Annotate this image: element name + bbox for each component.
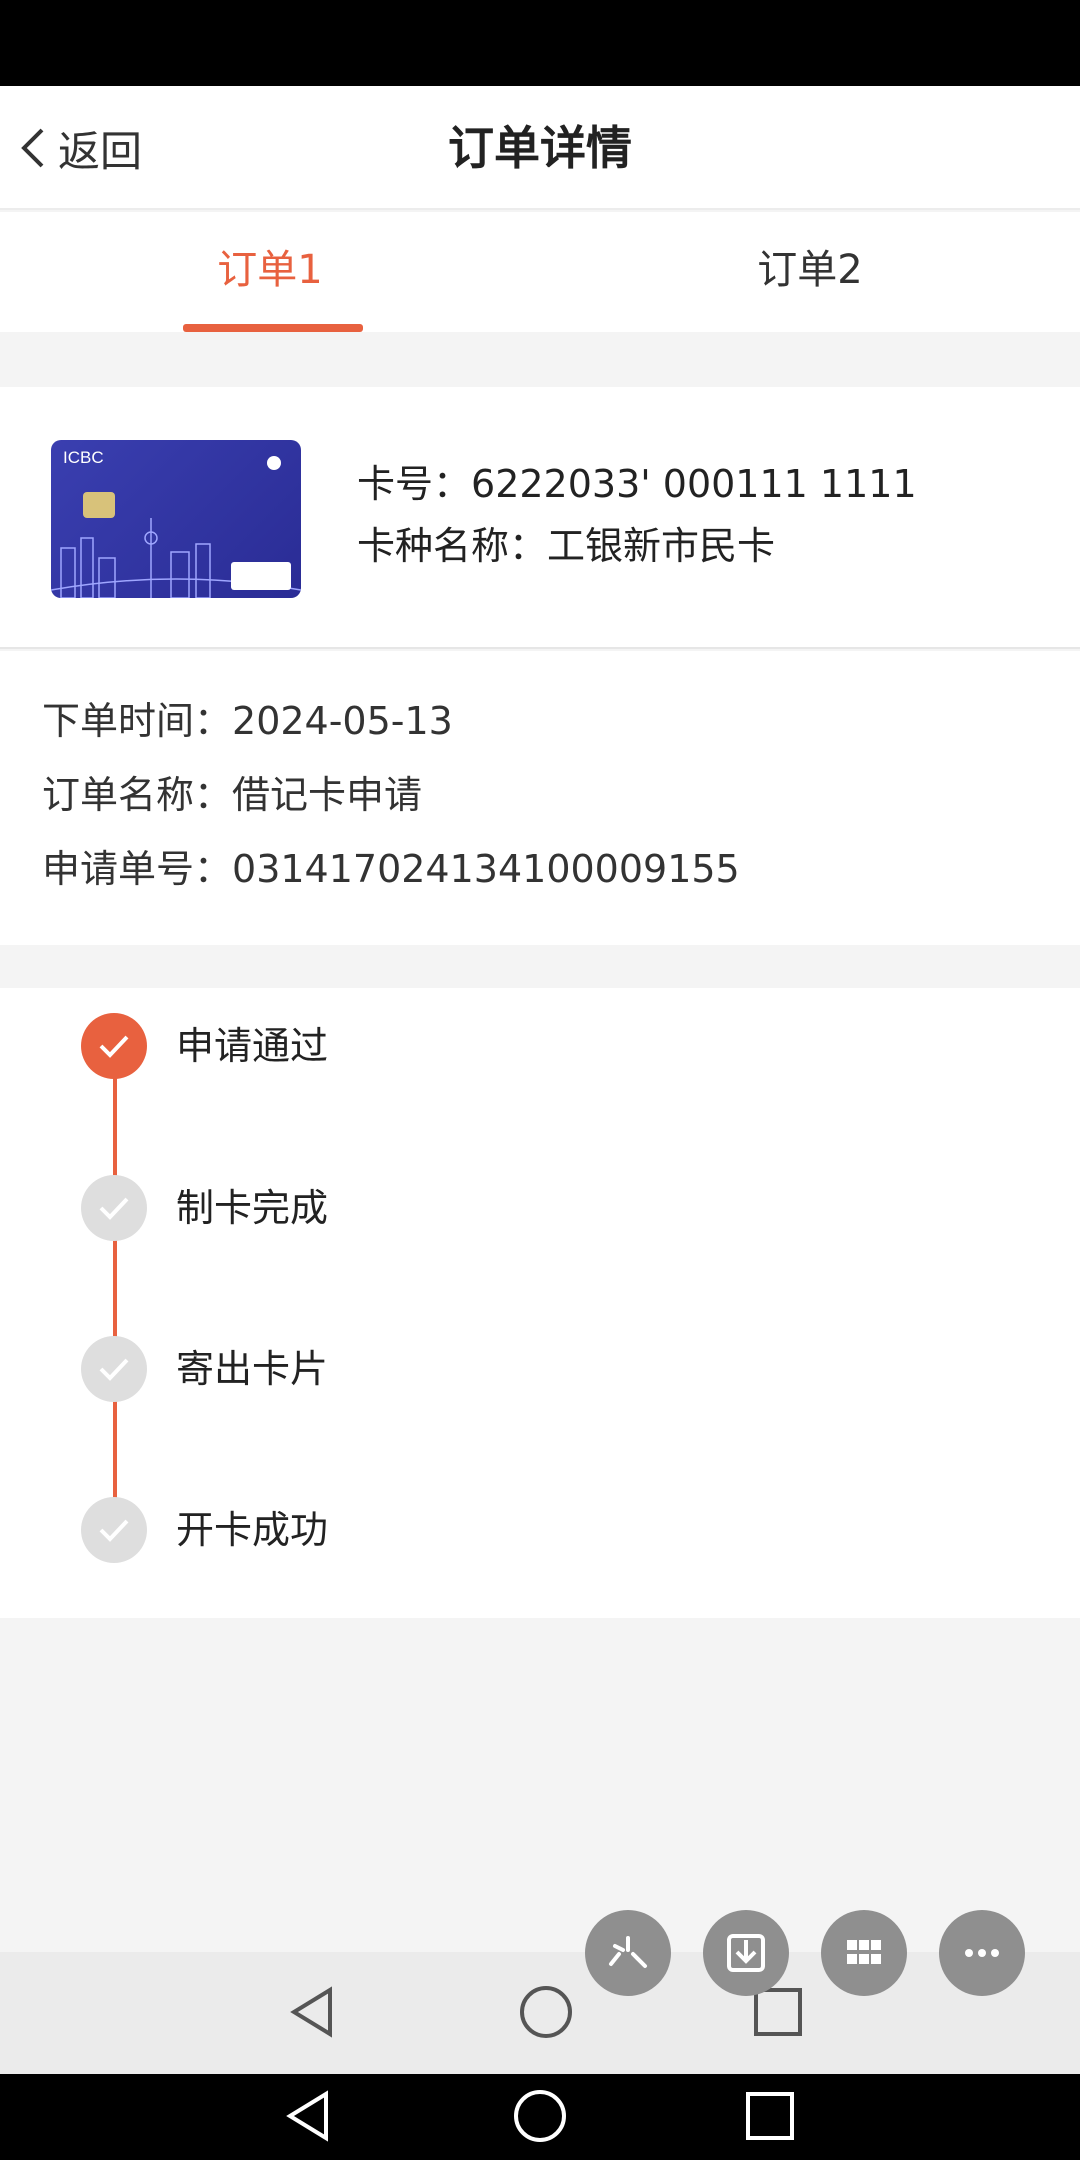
step-3-label: 寄出卡片 bbox=[176, 1347, 329, 1391]
grid-fab-button[interactable] bbox=[821, 1910, 907, 1996]
card-brand-text: ICBC bbox=[63, 448, 104, 467]
order-name-value: 借记卡申请 bbox=[232, 773, 423, 817]
header: 返回 订单详情 bbox=[0, 86, 1080, 210]
tab-order-1[interactable]: 订单1 bbox=[0, 212, 540, 332]
status-bar bbox=[0, 0, 1080, 86]
active-tab-indicator bbox=[183, 324, 363, 332]
system-back-icon[interactable] bbox=[278, 2086, 338, 2146]
order-time-label: 下单时间： bbox=[42, 699, 233, 743]
card-type-label: 卡种名称： bbox=[357, 524, 548, 568]
step-4-label: 开卡成功 bbox=[176, 1508, 329, 1552]
card-moon-graphic bbox=[267, 456, 281, 470]
inner-navigation-bar bbox=[0, 1952, 1080, 2074]
application-no-label: 申请单号： bbox=[42, 847, 233, 891]
sparkle-fab-button[interactable] bbox=[585, 1910, 671, 1996]
download-fab-button[interactable] bbox=[703, 1910, 789, 1996]
download-icon bbox=[727, 1934, 765, 1972]
order-time-row: 下单时间：2024-05-13 bbox=[42, 691, 453, 751]
back-triangle-icon[interactable] bbox=[282, 1982, 342, 2042]
application-no-value: 031417024134100009155 bbox=[232, 847, 740, 891]
progress-line bbox=[113, 1046, 117, 1526]
order-details: 下单时间：2024-05-13 订单名称：借记卡申请 申请单号：03141702… bbox=[0, 651, 1080, 945]
home-circle-icon[interactable] bbox=[516, 1982, 576, 2042]
card-type-row: 卡种名称：工银新市民卡 bbox=[357, 515, 917, 577]
step-2-label: 制卡完成 bbox=[176, 1186, 329, 1230]
card-number-label: 卡号： bbox=[357, 462, 472, 506]
sparkle-icon bbox=[609, 1936, 647, 1968]
order-tabs: 订单1 订单2 bbox=[0, 212, 1080, 332]
card-section: ICBC 卡号：6222033' 000111 1111 卡种名称：工银新市民卡 bbox=[0, 387, 1080, 649]
system-home-icon[interactable] bbox=[510, 2086, 570, 2146]
card-number-row: 卡号：6222033' 000111 1111 bbox=[357, 453, 917, 515]
app-screen: 返回 订单详情 订单1 订单2 ICBC 卡号：6222033' 000111 … bbox=[0, 86, 1080, 1952]
order-name-row: 订单名称：借记卡申请 bbox=[42, 765, 422, 825]
step-1-check-icon bbox=[81, 1013, 147, 1079]
system-recents-icon[interactable] bbox=[740, 2086, 800, 2146]
step-4-check-icon bbox=[81, 1497, 147, 1563]
application-no-row: 申请单号：031417024134100009155 bbox=[42, 839, 740, 899]
card-type-value: 工银新市民卡 bbox=[547, 524, 776, 568]
system-navigation-bar bbox=[0, 2074, 1080, 2160]
card-info: 卡号：6222033' 000111 1111 卡种名称：工银新市民卡 bbox=[357, 453, 917, 577]
tab-order-2[interactable]: 订单2 bbox=[540, 212, 1080, 332]
more-fab-button[interactable] bbox=[939, 1910, 1025, 1996]
more-icon bbox=[965, 1949, 999, 1957]
grid-icon bbox=[847, 1940, 881, 1964]
step-2-check-icon bbox=[81, 1175, 147, 1241]
unionpay-logo bbox=[231, 562, 291, 590]
order-name-label: 订单名称： bbox=[42, 773, 233, 817]
step-3-check-icon bbox=[81, 1336, 147, 1402]
page-title: 订单详情 bbox=[448, 121, 632, 175]
bank-card-image: ICBC bbox=[51, 440, 301, 598]
order-progress: 申请通过 制卡完成 寄出卡片 开卡成功 bbox=[0, 988, 1080, 1618]
step-1-label: 申请通过 bbox=[176, 1024, 329, 1068]
order-time-value: 2024-05-13 bbox=[232, 699, 453, 743]
card-number-value: 6222033' 000111 1111 bbox=[471, 462, 917, 506]
